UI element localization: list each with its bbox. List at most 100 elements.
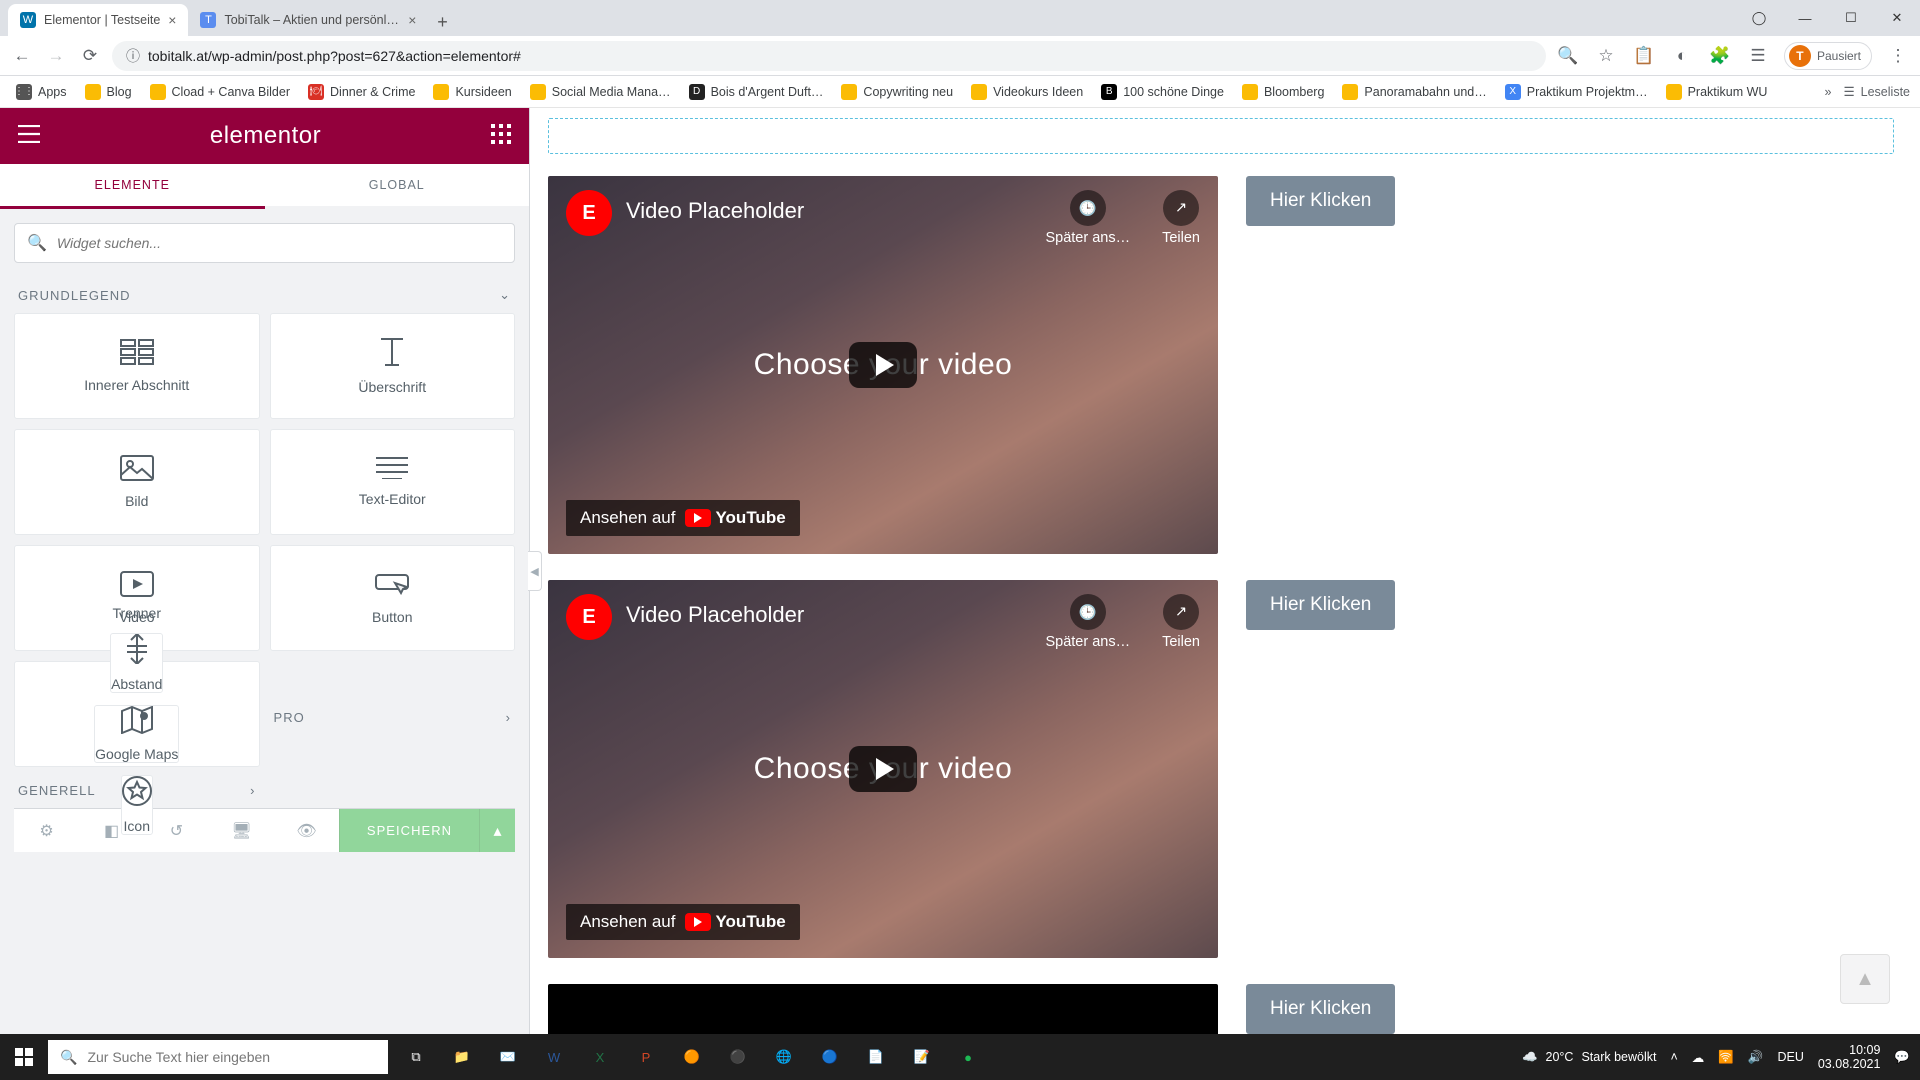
start-button[interactable] [0, 1048, 48, 1066]
widget-google-maps[interactable]: Google Maps [94, 705, 179, 763]
bookmark-item[interactable]: DBois d'Argent Duft… [683, 81, 830, 103]
watch-on-youtube[interactable]: Ansehen auf YouTube [566, 500, 800, 536]
widget-button[interactable]: Button [270, 545, 516, 651]
maximize-icon[interactable]: ☐ [1828, 0, 1874, 36]
reading-list-icon[interactable]: ☰ [1746, 46, 1770, 66]
network-icon[interactable]: 🛜 [1718, 1050, 1734, 1065]
browser-tab-active[interactable]: W Elementor | Testseite × [8, 4, 188, 36]
history-icon[interactable]: ↺ [144, 821, 209, 841]
section-drop-zone[interactable] [548, 118, 1894, 154]
close-window-icon[interactable]: ✕ [1874, 0, 1920, 36]
spotify-icon[interactable]: ● [946, 1034, 990, 1080]
watch-on-youtube[interactable]: Ansehen auf YouTube [566, 904, 800, 940]
button-widget[interactable]: Hier Klicken [1246, 176, 1395, 226]
site-info-icon[interactable]: ⓘ [126, 46, 140, 66]
explorer-icon[interactable]: 📁 [440, 1034, 484, 1080]
bookmark-item[interactable]: Kursideen [427, 81, 517, 103]
chrome-icon[interactable]: 🌐 [762, 1034, 806, 1080]
bookmark-item[interactable]: XPraktikum Projektm… [1499, 81, 1654, 103]
extension-icon[interactable]: ◐ [1670, 46, 1694, 66]
widget-search[interactable]: 🔍 [14, 223, 515, 263]
task-view-icon[interactable]: ⧉ [394, 1034, 438, 1080]
responsive-icon[interactable]: 🖥 [209, 821, 274, 841]
menu-icon[interactable] [18, 125, 40, 148]
forward-icon[interactable]: → [44, 46, 68, 66]
profile-button[interactable]: T Pausiert [1784, 42, 1872, 70]
bookmark-item[interactable]: Copywriting neu [835, 81, 959, 103]
browser-tab[interactable]: T TobiTalk – Aktien und persönlich… × [188, 4, 428, 36]
widget-spacer[interactable]: Abstand [110, 633, 163, 693]
app-icon[interactable]: 🟠 [670, 1034, 714, 1080]
excel-icon[interactable]: X [578, 1034, 622, 1080]
navigator-icon[interactable]: ◧ [79, 821, 144, 841]
notifications-icon[interactable]: 💬 [1894, 1050, 1910, 1065]
taskbar-search[interactable]: 🔍 Zur Suche Text hier eingeben [48, 1040, 388, 1074]
settings-icon[interactable]: ⚙ [14, 821, 79, 841]
extension-icon[interactable]: 📋 [1632, 46, 1656, 66]
category-general[interactable]: GENERELL › [14, 777, 260, 808]
widget-divider[interactable]: Trenner Abstand Google Maps Icon [14, 661, 260, 767]
bookmark-item[interactable]: Bloomberg [1236, 81, 1330, 103]
apps-shortcut[interactable]: ⋮⋮Apps [10, 81, 73, 103]
volume-icon[interactable]: 🔊 [1748, 1050, 1764, 1065]
save-button[interactable]: SPEICHERN [339, 809, 479, 852]
video-widget[interactable] [548, 984, 1218, 1034]
play-icon[interactable] [849, 746, 917, 792]
bookmark-item[interactable]: Blog [79, 81, 138, 103]
language-indicator[interactable]: DEU [1777, 1050, 1803, 1064]
widget-heading[interactable]: Überschrift [270, 313, 516, 419]
back-icon[interactable]: ← [10, 46, 34, 66]
save-options-button[interactable]: ▴ [479, 809, 515, 852]
star-icon[interactable]: ☆ [1594, 46, 1618, 66]
reading-list-button[interactable]: ☰Leseliste [1843, 84, 1910, 99]
search-input[interactable] [57, 235, 502, 251]
play-icon[interactable] [849, 342, 917, 388]
app-icon[interactable]: 📝 [900, 1034, 944, 1080]
edge-icon[interactable]: 🔵 [808, 1034, 852, 1080]
panel-collapse-handle[interactable]: ◀ [528, 551, 542, 591]
mail-icon[interactable]: ✉️ [486, 1034, 530, 1080]
zoom-icon[interactable]: 🔍 [1556, 46, 1580, 66]
menu-icon[interactable]: ⋮ [1886, 46, 1910, 66]
editor-canvas[interactable]: E Video Placeholder 🕒 Später ans… ↗ Teil… [530, 108, 1920, 1034]
tray-chevron-icon[interactable]: ˄ [1670, 1050, 1677, 1064]
obs-icon[interactable]: ⚫ [716, 1034, 760, 1080]
section-row[interactable]: Hier Klicken [548, 984, 1894, 1034]
widget-image[interactable]: Bild [14, 429, 260, 535]
bookmark-item[interactable]: Social Media Mana… [524, 81, 677, 103]
widgets-grid-icon[interactable] [491, 124, 511, 149]
address-bar[interactable]: ⓘ tobitalk.at/wp-admin/post.php?post=627… [112, 41, 1546, 71]
bookmark-item[interactable]: 🍽Dinner & Crime [302, 81, 421, 103]
bookmarks-overflow[interactable]: » [1824, 85, 1831, 99]
clock[interactable]: 10:09 03.08.2021 [1818, 1043, 1881, 1072]
bookmark-item[interactable]: Videokurs Ideen [965, 81, 1089, 103]
preview-icon[interactable]: 👁 [274, 821, 339, 841]
video-widget[interactable]: E Video Placeholder 🕒Später ans… ↗Teilen… [548, 580, 1218, 958]
account-switcher-icon[interactable]: ◯ [1736, 0, 1782, 36]
minimize-icon[interactable]: — [1782, 0, 1828, 36]
bookmark-item[interactable]: B100 schöne Dinge [1095, 81, 1230, 103]
section-row[interactable]: E Video Placeholder 🕒Später ans… ↗Teilen… [548, 580, 1894, 958]
button-widget[interactable]: Hier Klicken [1246, 984, 1395, 1034]
widget-inner-section[interactable]: Innerer Abschnitt [14, 313, 260, 419]
video-widget[interactable]: E Video Placeholder 🕒 Später ans… ↗ Teil… [548, 176, 1218, 554]
category-pro[interactable]: PRO › [270, 661, 516, 767]
onedrive-icon[interactable]: ☁ [1692, 1050, 1705, 1065]
reload-icon[interactable]: ⟳ [78, 46, 102, 66]
extensions-icon[interactable]: 🧩 [1708, 46, 1732, 66]
weather-widget[interactable]: ☁️ 20°C Stark bewölkt [1522, 1050, 1657, 1065]
bookmark-item[interactable]: Cload + Canva Bilder [144, 81, 296, 103]
close-icon[interactable]: × [168, 12, 176, 28]
bookmark-item[interactable]: Panoramabahn und… [1336, 81, 1492, 103]
widget-text-editor[interactable]: Text-Editor [270, 429, 516, 535]
tab-elements[interactable]: ELEMENTE [0, 164, 265, 206]
scroll-to-top-button[interactable]: ▲ [1840, 954, 1890, 1004]
app-icon[interactable]: 📄 [854, 1034, 898, 1080]
button-widget[interactable]: Hier Klicken [1246, 580, 1395, 630]
powerpoint-icon[interactable]: P [624, 1034, 668, 1080]
category-basic[interactable]: GRUNDLEGEND ⌄ [14, 271, 515, 313]
section-row[interactable]: E Video Placeholder 🕒 Später ans… ↗ Teil… [548, 176, 1894, 554]
word-icon[interactable]: W [532, 1034, 576, 1080]
close-icon[interactable]: × [408, 12, 416, 28]
new-tab-button[interactable]: + [428, 8, 456, 36]
